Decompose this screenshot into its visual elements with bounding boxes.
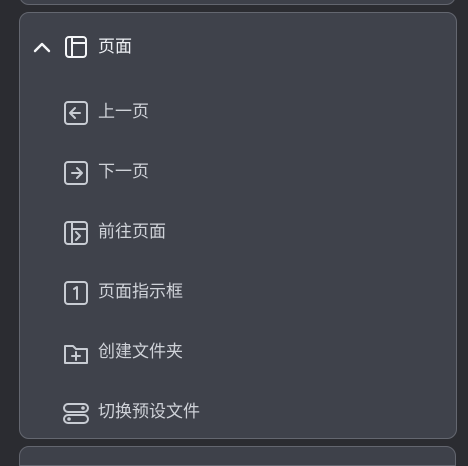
panel-top-edge (19, 0, 456, 5)
chevron-up-icon[interactable] (32, 37, 52, 57)
menu-item-page-indicator[interactable]: 页面指示框 (62, 271, 442, 311)
arrow-right-box-icon (62, 159, 90, 187)
page-layout-icon (64, 35, 88, 59)
panel-bottom-edge (19, 446, 456, 466)
menu-item-label: 创建文件夹 (98, 342, 183, 362)
menu-item-label: 页面指示框 (98, 282, 183, 302)
menu-item-previous-page[interactable]: 上一页 (62, 91, 442, 131)
folder-plus-icon (62, 339, 90, 367)
menu-item-switch-preset-file[interactable]: 切换预设文件 (62, 391, 442, 431)
page-menu-panel: 页面 上一页 下一页 前往页面 页面指示框 创建文件夹 切换预设文件 (19, 12, 457, 439)
panel-header[interactable]: 页面 (20, 13, 456, 79)
menu-item-label: 上一页 (98, 102, 149, 122)
menu-item-label: 切换预设文件 (98, 402, 200, 422)
menu-item-next-page[interactable]: 下一页 (62, 151, 442, 191)
menu-item-go-to-page[interactable]: 前往页面 (62, 211, 442, 251)
menu-item-create-folder[interactable]: 创建文件夹 (62, 331, 442, 371)
menu-item-label: 前往页面 (98, 222, 166, 242)
arrow-left-box-icon (62, 99, 90, 127)
number-box-icon (62, 279, 90, 307)
panel-title: 页面 (98, 37, 132, 57)
menu-item-label: 下一页 (98, 162, 149, 182)
toggle-switch-icon (62, 399, 90, 427)
go-to-page-icon (62, 219, 90, 247)
